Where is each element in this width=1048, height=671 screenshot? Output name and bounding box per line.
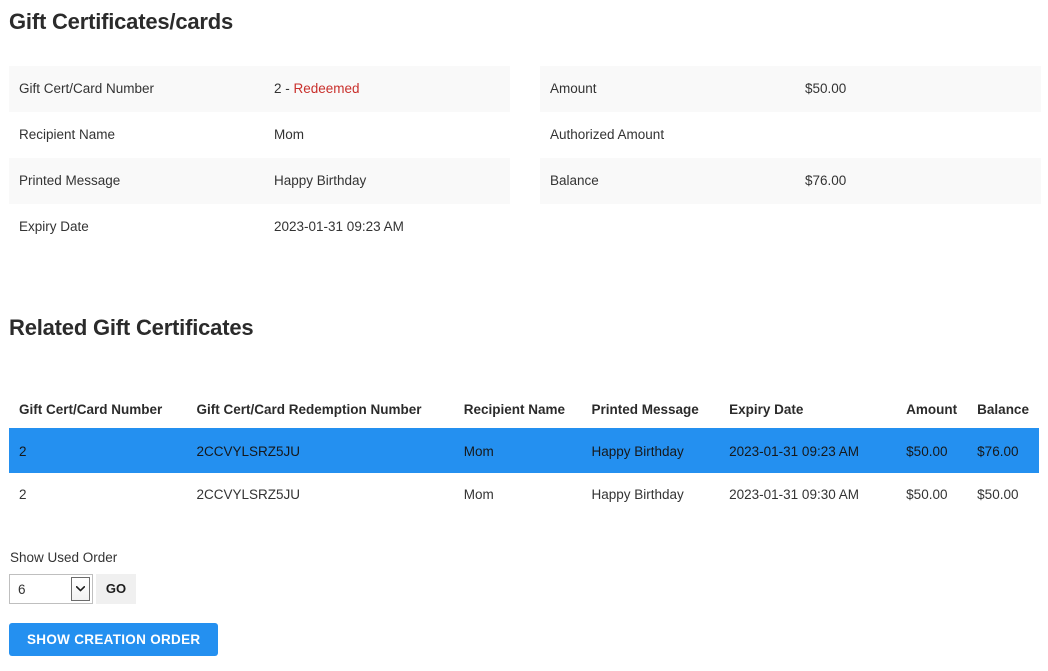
certificate-detail-table-left: Gift Cert/Card Number 2 - Redeemed Recip… bbox=[9, 66, 510, 250]
detail-label: Gift Cert/Card Number bbox=[19, 81, 155, 96]
table-row[interactable]: 2 2CCVYLSRZ5JU Mom Happy Birthday 2023-0… bbox=[9, 429, 1039, 473]
detail-row: Amount $50.00 bbox=[540, 66, 1041, 112]
column-header-expiry-date[interactable]: Expiry Date bbox=[719, 402, 897, 430]
show-used-order-label: Show Used Order bbox=[10, 550, 118, 565]
cell-printed-message: Happy Birthday bbox=[591, 444, 684, 459]
cell-recipient-name: Mom bbox=[463, 444, 494, 459]
chevron-down-icon[interactable] bbox=[71, 577, 90, 601]
table-body: 2 2CCVYLSRZ5JU Mom Happy Birthday 2023-0… bbox=[9, 429, 1039, 516]
cell-gift-cert-number: 2 bbox=[19, 487, 27, 502]
gift-cert-number-value: 2 - bbox=[274, 81, 294, 96]
related-certificates-table: Gift Cert/Card Number Gift Cert/Card Red… bbox=[9, 402, 1039, 516]
cell-amount: $50.00 bbox=[906, 444, 948, 459]
detail-value bbox=[795, 112, 1041, 158]
detail-value: $76.00 bbox=[805, 173, 847, 188]
certificate-detail-panel-right: Amount $50.00 Authorized Amount Balance … bbox=[540, 66, 1041, 250]
table-head: Gift Cert/Card Number Gift Cert/Card Red… bbox=[9, 402, 1039, 430]
go-button[interactable]: GO bbox=[96, 574, 136, 604]
detail-label: Recipient Name bbox=[19, 127, 116, 142]
cell-recipient-name: Mom bbox=[463, 487, 494, 502]
detail-value: 2 - Redeemed bbox=[264, 66, 510, 112]
cell-redemption-number: 2CCVYLSRZ5JU bbox=[196, 487, 301, 502]
detail-row: Expiry Date 2023-01-31 09:23 AM bbox=[9, 204, 510, 250]
order-select[interactable]: 6 bbox=[9, 574, 93, 604]
detail-row: Authorized Amount bbox=[540, 112, 1041, 158]
column-header-gift-cert-number[interactable]: Gift Cert/Card Number bbox=[9, 402, 187, 430]
detail-row: Gift Cert/Card Number 2 - Redeemed bbox=[9, 66, 510, 112]
detail-value: Happy Birthday bbox=[274, 173, 367, 188]
related-certificates-section: Related Gift Certificates Gift Cert/Card… bbox=[0, 314, 1048, 516]
cell-redemption-number: 2CCVYLSRZ5JU bbox=[196, 444, 301, 459]
table-header-row: Gift Cert/Card Number Gift Cert/Card Red… bbox=[9, 402, 1039, 430]
detail-value: Mom bbox=[274, 127, 304, 142]
show-creation-order-button[interactable]: SHOW CREATION ORDER bbox=[9, 623, 219, 656]
column-header-amount[interactable]: Amount bbox=[896, 402, 968, 430]
cell-printed-message: Happy Birthday bbox=[591, 487, 684, 502]
status-badge: Redeemed bbox=[293, 81, 360, 96]
detail-value: $50.00 bbox=[805, 81, 847, 96]
detail-value: 2023-01-31 09:23 AM bbox=[274, 219, 404, 234]
section-title: Related Gift Certificates bbox=[9, 315, 254, 340]
cell-balance: $76.00 bbox=[977, 444, 1019, 459]
detail-label: Printed Message bbox=[19, 173, 121, 188]
cell-balance: $50.00 bbox=[977, 487, 1019, 502]
cell-expiry-date: 2023-01-31 09:30 AM bbox=[729, 487, 859, 502]
cell-expiry-date: 2023-01-31 09:23 AM bbox=[729, 444, 859, 459]
cell-gift-cert-number: 2 bbox=[19, 444, 27, 459]
detail-row: Recipient Name Mom bbox=[9, 112, 510, 158]
detail-label: Authorized Amount bbox=[550, 127, 665, 142]
detail-label: Amount bbox=[550, 81, 597, 96]
certificate-detail-panel-left: Gift Cert/Card Number 2 - Redeemed Recip… bbox=[9, 66, 510, 250]
column-header-balance[interactable]: Balance bbox=[967, 402, 1039, 430]
detail-label: Expiry Date bbox=[19, 219, 89, 234]
page-title: Gift Certificates/cards bbox=[9, 9, 234, 34]
column-header-redemption-number[interactable]: Gift Cert/Card Redemption Number bbox=[186, 402, 454, 430]
cell-amount: $50.00 bbox=[906, 487, 948, 502]
detail-row: Balance $76.00 bbox=[540, 158, 1041, 204]
table-row[interactable]: 2 2CCVYLSRZ5JU Mom Happy Birthday 2023-0… bbox=[9, 473, 1039, 516]
order-select-value: 6 bbox=[18, 581, 26, 597]
column-header-printed-message[interactable]: Printed Message bbox=[581, 402, 720, 430]
column-header-recipient-name[interactable]: Recipient Name bbox=[453, 402, 582, 430]
certificate-detail-table-right: Amount $50.00 Authorized Amount Balance … bbox=[540, 66, 1041, 204]
detail-label: Balance bbox=[550, 173, 599, 188]
detail-row: Printed Message Happy Birthday bbox=[9, 158, 510, 204]
detail-panels: Gift Cert/Card Number 2 - Redeemed Recip… bbox=[0, 66, 1048, 250]
order-select-group: 6 GO bbox=[9, 574, 136, 604]
gift-certificates-page: Gift Certificates/cards Gift Cert/Card N… bbox=[0, 0, 1048, 671]
bottom-controls: Show Used Order 6 GO SHOW CREATION ORDER bbox=[9, 548, 409, 656]
